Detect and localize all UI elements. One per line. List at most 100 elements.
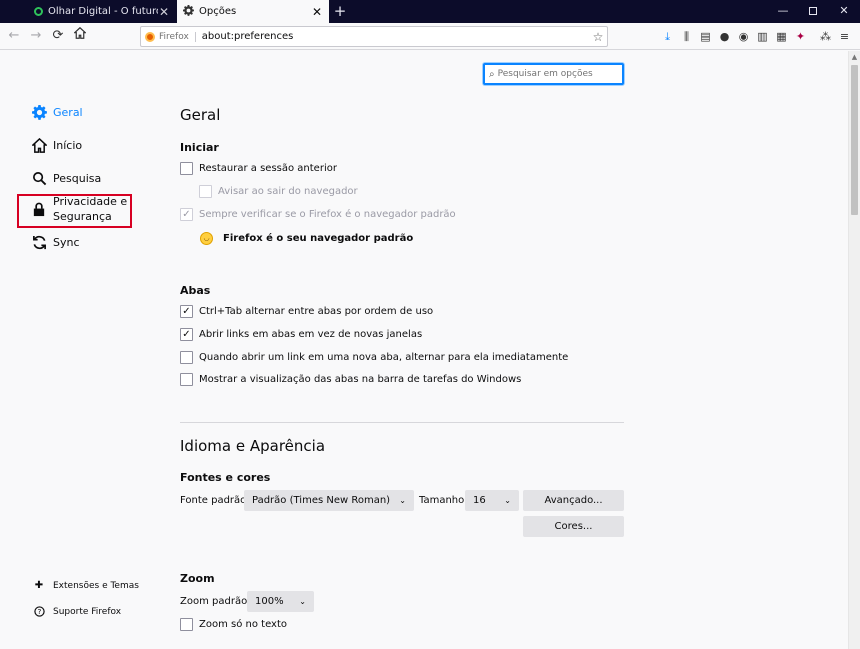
restore-session-option[interactable]: Restaurar a sessão anterior [180,162,337,175]
switch-to-new-tab-option[interactable]: Quando abrir um link em uma nova aba, al… [180,351,568,364]
close-window-button[interactable]: ✕ [829,0,859,23]
font-size-select[interactable]: 16 ⌄ [465,490,519,511]
default-zoom-value: 100% [255,596,284,607]
search-placeholder: Pesquisar em opções [497,69,593,79]
always-check-default-checkbox: ✓ [180,208,193,221]
open-links-tabs-option[interactable]: ✓ Abrir links em abas em vez de novas ja… [180,328,422,341]
show-previews-label: Mostrar a visualização das abas na barra… [199,374,522,385]
url-bar[interactable]: Firefox about:preferences ☆ [140,26,608,47]
tab-title: Olhar Digital - O futuro passa p [48,6,158,17]
extension-b-icon[interactable]: ▥ [755,29,770,44]
sidebar-item-pesquisa[interactable]: Pesquisa [30,169,101,187]
highlight-box [17,194,132,228]
zoom-heading: Zoom [180,572,215,585]
chevron-down-icon: ⌄ [504,496,511,505]
identity-label: Firefox [159,31,196,42]
sidebar-icon[interactable]: ▤ [698,29,713,44]
preferences-page: ⌕ Pesquisar em opções Geral Início Pesqu… [0,51,848,649]
page-title: Geral [180,106,221,124]
maximize-icon [809,7,817,15]
smiley-icon: ◡ [200,232,213,245]
maximize-button[interactable] [798,0,828,23]
open-links-tabs-checkbox[interactable]: ✓ [180,328,193,341]
forward-button[interactable]: → [26,26,46,46]
tab-olhar-digital[interactable]: Olhar Digital - O futuro passa p ✕ [28,0,176,23]
library-icon[interactable]: ⫼ [679,29,694,44]
advanced-fonts-button[interactable]: Avançado... [523,490,624,511]
puzzle-icon: ✚ [34,580,44,591]
chevron-down-icon: ⌄ [299,597,306,606]
switch-to-new-tab-checkbox[interactable] [180,351,193,364]
extension-d-icon[interactable]: ✦ [793,29,808,44]
sidebar-item-label: Sync [53,235,80,249]
minimize-button[interactable]: — [768,0,798,23]
firefox-logo-icon [145,31,155,42]
tab-strip: Olhar Digital - O futuro passa p ✕ Opçõe… [0,0,860,23]
zoom-text-only-option[interactable]: Zoom só no texto [180,618,287,631]
home-icon [30,136,48,154]
sidebar-item-geral[interactable]: Geral [30,103,83,121]
section-divider [180,422,624,423]
sidebar-footer-label: Suporte Firefox [53,607,122,617]
sidebar-footer-label: Extensões e Temas [53,581,139,591]
warn-on-quit-option: Avisar ao sair do navegador [199,185,358,198]
search-icon [30,169,48,187]
always-check-default-label: Sempre verificar se o Firefox é o navega… [199,209,456,220]
search-preferences-input[interactable]: ⌕ Pesquisar em opções [483,63,624,85]
default-browser-status: ◡ Firefox é o seu navegador padrão [180,232,413,245]
ctrl-tab-label: Ctrl+Tab alternar entre abas por ordem d… [199,306,434,317]
restore-session-checkbox[interactable] [180,162,193,175]
close-icon[interactable]: ✕ [311,5,323,19]
sync-icon [30,233,48,251]
gear-icon [183,4,194,19]
tabs-heading: Abas [180,284,211,297]
sidebar-item-suporte[interactable]: ? Suporte Firefox [33,606,121,618]
startup-heading: Iniciar [180,141,219,154]
default-font-value: Padrão (Times New Roman) [252,495,391,506]
scroll-up-icon[interactable]: ▲ [849,53,860,61]
home-icon [73,26,87,39]
close-icon[interactable]: ✕ [158,5,170,19]
sidebar-item-label: Pesquisa [53,171,102,185]
reload-button[interactable]: ⟳ [48,26,68,46]
account-icon[interactable]: ● [717,29,732,44]
switch-to-new-tab-label: Quando abrir um link em uma nova aba, al… [199,352,569,363]
colors-button[interactable]: Cores... [523,516,624,537]
ctrl-tab-option[interactable]: ✓ Ctrl+Tab alternar entre abas por ordem… [180,305,433,318]
default-font-select[interactable]: Padrão (Times New Roman) ⌄ [244,490,414,511]
search-icon: ⌕ [489,68,495,80]
default-font-label: Fonte padrão [180,495,247,506]
page-scrollbar[interactable]: ▲ [848,51,860,649]
default-zoom-select[interactable]: 100% ⌄ [247,591,314,612]
back-button[interactable]: ← [4,26,24,46]
ctrl-tab-checkbox[interactable]: ✓ [180,305,193,318]
extension-c-icon[interactable]: ▦ [774,29,789,44]
overflow-icon[interactable]: ⁂ [818,29,833,44]
svg-text:?: ? [37,607,41,616]
url-text[interactable]: about:preferences [202,31,589,42]
sidebar-item-label: Início [53,138,83,152]
extension-a-icon[interactable]: ◉ [736,29,751,44]
scrollbar-thumb[interactable] [851,65,858,215]
show-previews-option[interactable]: Mostrar a visualização das abas na barra… [180,373,521,386]
warn-on-quit-label: Avisar ao sair do navegador [218,186,358,197]
olhar-digital-favicon-icon [34,7,43,16]
tab-opcoes[interactable]: Opções ✕ [177,0,329,23]
show-previews-checkbox[interactable] [180,373,193,386]
always-check-default-option: ✓ Sempre verificar se o Firefox é o nave… [180,208,456,221]
chevron-down-icon: ⌄ [399,496,406,505]
bookmark-star-icon[interactable]: ☆ [589,30,607,44]
help-icon: ? [33,606,45,618]
fonts-colors-heading: Fontes e cores [180,471,271,484]
tab-title: Opções [199,6,237,17]
sidebar-item-sync[interactable]: Sync [30,233,80,251]
hamburger-menu-icon[interactable]: ≡ [837,29,852,44]
sidebar-item-extensoes[interactable]: ✚ Extensões e Temas [33,580,139,592]
home-button[interactable] [70,26,90,46]
new-tab-button[interactable]: + [331,0,349,23]
sidebar-item-inicio[interactable]: Início [30,136,82,154]
gear-icon [30,103,48,121]
zoom-text-only-checkbox[interactable] [180,618,193,631]
warn-on-quit-checkbox [199,185,212,198]
download-icon[interactable]: ⤓ [660,29,675,44]
